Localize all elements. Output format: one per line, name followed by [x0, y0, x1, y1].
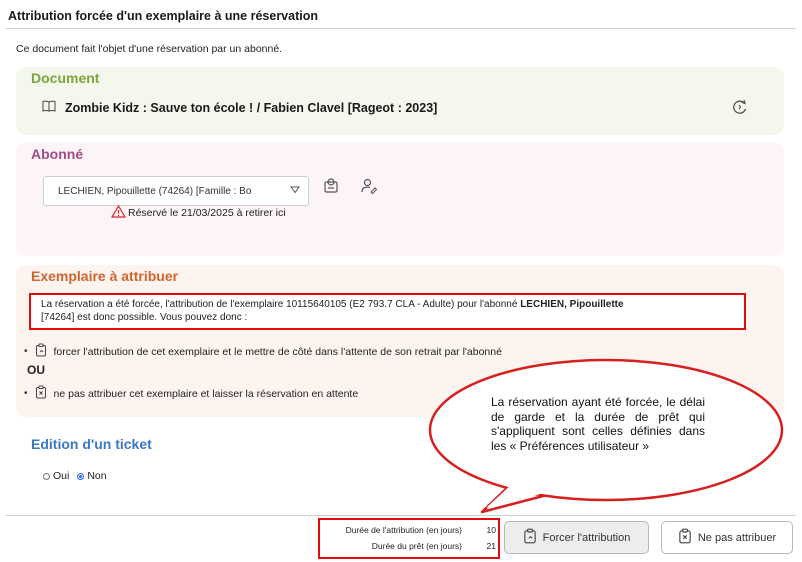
- info-text-part1: La réservation a été forcée, l'attributi…: [41, 299, 521, 310]
- force-attribution-button[interactable]: Forcer l'attribution: [504, 521, 649, 554]
- intro-text: Ce document fait l'objet d'une réservati…: [16, 43, 283, 55]
- radio-non-label: Non: [87, 470, 107, 482]
- abonne-select[interactable]: LECHIEN, Pipouillette (74264) [Famille :…: [43, 176, 309, 206]
- chevron-down-icon[interactable]: [286, 186, 300, 197]
- attribution-duration-label: Durée de l'attribution (en jours): [345, 525, 462, 535]
- title-divider: [6, 28, 796, 29]
- info-text-bold: LECHIEN, Pipouillette: [520, 299, 624, 310]
- attribution-duration-value: 10: [486, 525, 496, 535]
- abonne-heading: Abonné: [31, 146, 84, 162]
- bullet: •: [24, 346, 28, 357]
- option-ne-pas-row: • ne pas attribuer cet exemplaire et lai…: [24, 385, 358, 402]
- cancel-attribution-icon: [678, 528, 692, 547]
- ticket-heading: Edition d'un ticket: [31, 436, 152, 452]
- reservation-note-text: Réservé le 21/03/2025 à retirer ici: [128, 207, 286, 219]
- refresh-icon[interactable]: [730, 97, 750, 117]
- force-attribution-label: Forcer l'attribution: [542, 531, 631, 544]
- cancel-attribution-icon: [35, 385, 47, 402]
- warning-icon: [110, 204, 127, 221]
- info-text-part2: [74264] est donc possible. Vous pouvez d…: [41, 312, 248, 323]
- document-section: Document Zombie Kidz : Sauve ton école !…: [16, 67, 784, 135]
- document-heading: Document: [31, 70, 100, 86]
- document-line: Zombie Kidz : Sauve ton école ! / Fabien…: [42, 100, 437, 115]
- force-attribution-icon: [35, 343, 47, 360]
- radio-oui-label: Oui: [53, 470, 70, 482]
- abonne-section: Abonné LECHIEN, Pipouillette (74264) [Fa…: [16, 143, 784, 256]
- ne-pas-attribuer-label: Ne pas attribuer: [697, 531, 777, 544]
- reservation-note: Réservé le 21/03/2025 à retirer ici: [110, 204, 286, 221]
- radio-oui[interactable]: [43, 472, 50, 480]
- user-card-icon[interactable]: [322, 177, 342, 197]
- book-icon: [42, 100, 56, 115]
- bullet: •: [24, 388, 28, 399]
- ne-pas-attribuer-button[interactable]: Ne pas attribuer: [661, 521, 793, 554]
- callout-text: La réservation ayant été forcée, le déla…: [491, 395, 705, 453]
- dialog-title: Attribution forcée d'un exemplaire à une…: [8, 9, 318, 23]
- or-separator: OU: [27, 363, 45, 377]
- exemplaire-heading: Exemplaire à attribuer: [31, 268, 179, 284]
- force-attribution-icon: [523, 528, 537, 547]
- radio-non[interactable]: [77, 472, 85, 480]
- document-title: Zombie Kidz : Sauve ton école ! / Fabien…: [65, 100, 438, 115]
- user-edit-icon[interactable]: [360, 177, 380, 197]
- pret-duration-label: Durée du prêt (en jours): [371, 541, 462, 551]
- abonne-select-value: LECHIEN, Pipouillette (74264) [Famille :…: [58, 185, 252, 197]
- pret-duration-value: 21: [486, 541, 496, 551]
- ticket-radio-group: Oui Non: [43, 470, 107, 482]
- option-ne-pas-text: ne pas attribuer cet exemplaire et laiss…: [53, 387, 359, 400]
- exemplaire-info-box: La réservation a été forcée, l'attributi…: [29, 293, 746, 330]
